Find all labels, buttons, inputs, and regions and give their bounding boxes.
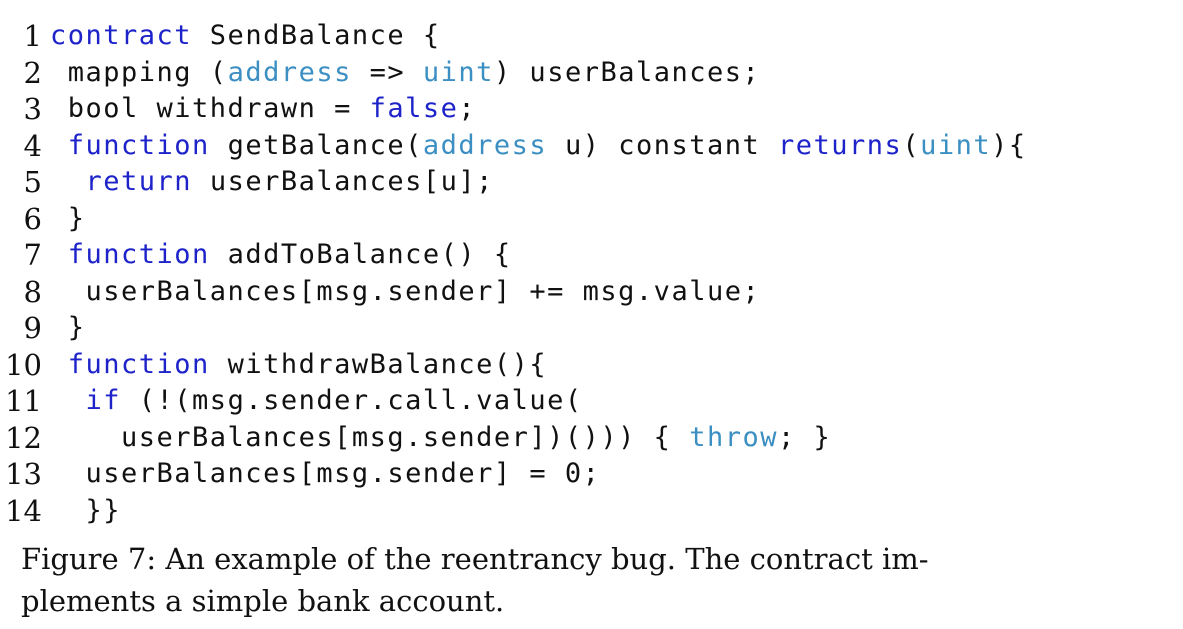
code-text: userBalances[msg.sender] += msg.value; — [50, 274, 760, 311]
code-token: userBalances[msg.sender] = 0; — [50, 458, 601, 489]
code-keyword: address — [227, 56, 352, 88]
code-keyword: returns — [778, 129, 903, 161]
code-listing: 1 contract SendBalance {2 mapping (addres… — [0, 18, 1183, 529]
line-number: 10 — [5, 347, 42, 382]
code-token: ( — [902, 129, 921, 161]
code-token: bool withdrawn = — [50, 93, 370, 124]
code-token: userBalances[u]; — [192, 166, 494, 197]
code-token: userBalances[msg.sender] += msg.value; — [50, 275, 761, 307]
line-number: 13 — [5, 457, 42, 491]
code-text: function getBalance(address u) constant … — [50, 128, 1027, 165]
code-text: userBalances[msg.sender] = 0; — [50, 456, 600, 493]
line-number: 4 — [23, 128, 42, 163]
code-line: 7 function addToBalance() { — [0, 237, 1183, 274]
code-line: 8 userBalances[msg.sender] += msg.value; — [0, 274, 1183, 311]
code-text: } — [50, 310, 86, 347]
code-keyword: false — [369, 93, 459, 124]
code-text: return userBalances[u]; — [50, 164, 494, 201]
line-number: 3 — [23, 92, 42, 126]
code-token: }} — [50, 494, 122, 526]
line-number: 1 — [23, 19, 42, 53]
code-line: 2 mapping (address => uint) userBalances… — [0, 55, 1183, 92]
code-keyword: function — [67, 239, 210, 270]
line-number: 11 — [5, 384, 42, 418]
code-token: ; } — [777, 421, 832, 453]
line-number: 12 — [5, 420, 42, 455]
code-line: 1 contract SendBalance { — [0, 18, 1183, 55]
code-token: SendBalance { — [192, 20, 441, 51]
code-keyword: function — [67, 129, 210, 161]
code-line: 5 return userBalances[u]; — [0, 164, 1183, 201]
code-token: ){ — [991, 129, 1027, 161]
line-number: 8 — [23, 274, 42, 309]
code-line: 12 userBalances[msg.sender])())) { throw… — [0, 420, 1183, 457]
figure-caption: Figure 7: An example of the reentrancy b… — [21, 542, 929, 618]
code-line: 13 userBalances[msg.sender] = 0; — [0, 456, 1183, 493]
code-text: function withdrawBalance(){ — [50, 347, 547, 384]
code-text: if (!(msg.sender.call.value( — [50, 383, 583, 420]
code-keyword: if — [85, 385, 122, 416]
code-token: ; — [458, 93, 477, 124]
code-keyword: contract — [50, 20, 193, 51]
code-keyword: return — [85, 166, 193, 197]
line-number: 5 — [23, 165, 42, 199]
code-line: 4 function getBalance(address u) constan… — [0, 128, 1183, 165]
line-number: 9 — [23, 311, 42, 345]
code-keyword: uint — [422, 56, 494, 88]
code-token: => — [351, 56, 423, 88]
code-token: addToBalance() { — [209, 239, 512, 270]
code-text: }} — [50, 493, 121, 530]
code-text: } — [50, 201, 86, 238]
code-token: u) constant — [547, 129, 779, 161]
code-line: 9 } — [0, 310, 1183, 347]
code-line: 6 } — [0, 201, 1183, 238]
code-token: } — [50, 202, 86, 234]
code-line: 14 }} — [0, 493, 1183, 530]
code-line: 10 function withdrawBalance(){ — [0, 347, 1183, 384]
code-keyword: function — [67, 348, 210, 380]
code-text: mapping (address => uint) userBalances; — [50, 55, 760, 92]
line-number: 6 — [23, 201, 42, 236]
code-token: } — [50, 312, 86, 343]
code-line: 11 if (!(msg.sender.call.value( — [0, 383, 1183, 420]
code-token: ) userBalances; — [493, 56, 761, 88]
code-text: bool withdrawn = false; — [50, 91, 476, 128]
code-token: userBalances[msg.sender])())) { — [50, 421, 690, 453]
code-keyword: uint — [920, 129, 992, 161]
code-token: mapping ( — [50, 56, 228, 88]
code-text: contract SendBalance { — [50, 18, 441, 55]
line-number: 2 — [23, 55, 42, 90]
code-text: function addToBalance() { — [50, 237, 512, 274]
code-text: userBalances[msg.sender])())) { throw; } — [50, 420, 831, 457]
code-keyword: throw — [689, 421, 778, 453]
code-token: withdrawBalance(){ — [209, 348, 548, 380]
line-number: 7 — [23, 238, 42, 272]
code-token: getBalance( — [209, 129, 423, 161]
code-keyword: address — [422, 129, 548, 161]
code-token: (!(msg.sender.call.value( — [121, 385, 583, 416]
line-number: 14 — [5, 493, 42, 528]
code-line: 3 bool withdrawn = false; — [0, 91, 1183, 128]
